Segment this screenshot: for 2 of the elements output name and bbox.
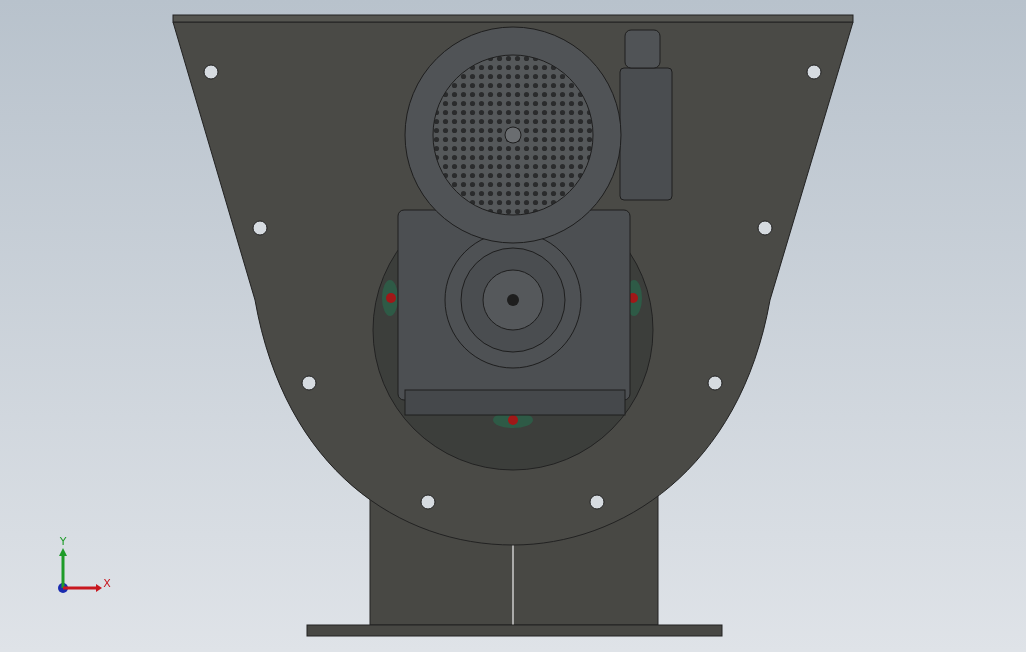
axis-label: Y	[59, 535, 67, 548]
axis-label: X	[103, 577, 111, 590]
